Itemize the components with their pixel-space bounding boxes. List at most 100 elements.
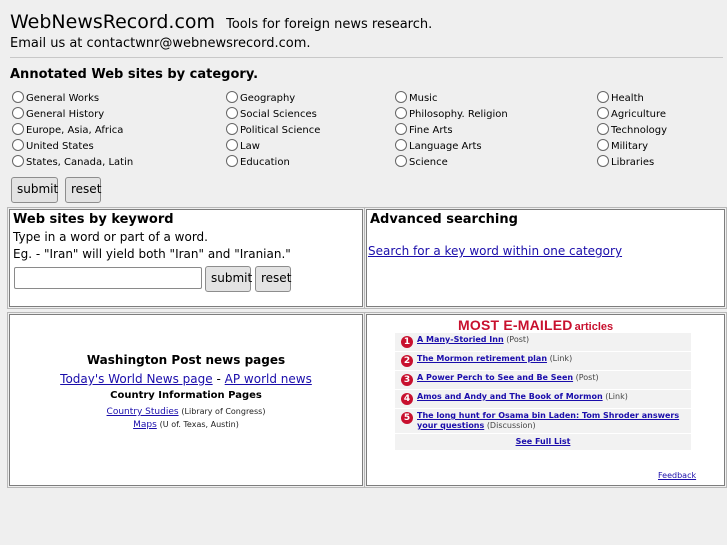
header-divider — [10, 57, 723, 58]
radio-button[interactable] — [395, 91, 407, 103]
full-list-row: See Full List — [395, 434, 691, 450]
category-radio-group: General Works General History Europe, As… — [12, 91, 720, 173]
category-option[interactable]: Science — [395, 155, 508, 171]
category-option[interactable]: States, Canada, Latin — [12, 155, 133, 171]
advanced-search-panel: Advanced searching Search for a key word… — [364, 207, 727, 309]
radio-button[interactable] — [597, 123, 609, 135]
radio-button[interactable] — [12, 91, 24, 103]
category-option[interactable]: Military — [597, 139, 667, 155]
radio-button[interactable] — [12, 155, 24, 167]
category-option[interactable]: Geography — [226, 91, 320, 107]
radio-button[interactable] — [395, 107, 407, 119]
category-option[interactable]: Philosophy. Religion — [395, 107, 508, 123]
washington-post-panel: Washington Post news pages Today's World… — [7, 312, 365, 488]
article-link[interactable]: A Power Perch to See and Be Seen — [417, 373, 573, 382]
link-separator: - — [216, 372, 221, 386]
category-option[interactable]: General Works — [12, 91, 133, 107]
article-link[interactable]: Amos and Andy and The Book of Mormon — [417, 392, 603, 401]
contact-email: Email us at contactwnr@webnewsrecord.com… — [10, 36, 311, 51]
radio-button[interactable] — [395, 139, 407, 151]
radio-button[interactable] — [597, 107, 609, 119]
article-source: (Link) — [605, 392, 628, 401]
category-option[interactable]: Agriculture — [597, 107, 667, 123]
category-option[interactable]: Language Arts — [395, 139, 508, 155]
most-emailed-panel: MOST E-MAILED articles 1 A Many-Storied I… — [364, 312, 727, 488]
rank-badge-icon: 5 — [401, 412, 413, 424]
article-link[interactable]: The Mormon retirement plan — [417, 354, 547, 363]
country-info-heading: Country Information Pages — [110, 390, 262, 401]
radio-button[interactable] — [226, 155, 238, 167]
country-studies-link[interactable]: Country Studies — [107, 407, 179, 417]
rank-badge-icon: 4 — [401, 393, 413, 405]
keyword-instructions: Type in a word or part of a word. Eg. - … — [10, 227, 362, 263]
radio-button[interactable] — [226, 139, 238, 151]
category-heading: Annotated Web sites by category. — [10, 67, 259, 82]
radio-button[interactable] — [12, 139, 24, 151]
category-option[interactable]: Music — [395, 91, 508, 107]
keyword-reset-button[interactable]: reset — [255, 266, 291, 292]
category-column-2: Geography Social Sciences Political Scie… — [226, 91, 320, 171]
keyword-instruction-line-2: Eg. - "Iran" will yield both "Iran" and … — [13, 247, 291, 261]
keyword-submit-button[interactable]: submit — [205, 266, 252, 292]
radio-button[interactable] — [12, 107, 24, 119]
article-link[interactable]: A Many-Storied Inn — [417, 335, 504, 344]
radio-button[interactable] — [226, 123, 238, 135]
article-source: (Post) — [506, 335, 530, 344]
maps-link[interactable]: Maps — [133, 420, 157, 430]
list-item: 4 Amos and Andy and The Book of Mormon (… — [395, 390, 691, 409]
article-source: (Discussion) — [486, 421, 536, 430]
category-option[interactable]: Education — [226, 155, 320, 171]
keyword-search-panel: Web sites by keyword Type in a word or p… — [7, 207, 365, 309]
most-emailed-heading: MOST E-MAILED — [458, 317, 573, 333]
world-news-link[interactable]: Today's World News page — [60, 372, 212, 386]
radio-button[interactable] — [597, 91, 609, 103]
category-submit-button[interactable]: submit — [11, 177, 58, 203]
category-option[interactable]: Political Science — [226, 123, 320, 139]
radio-button[interactable] — [395, 155, 407, 167]
site-title-line: WebNewsRecord.com Tools for foreign news… — [10, 10, 720, 34]
list-item: 1 A Many-Storied Inn (Post) — [395, 333, 691, 352]
wapo-links: Today's World News page - AP world news — [10, 372, 362, 386]
category-keyword-search-link[interactable]: Search for a key word within one categor… — [368, 244, 622, 258]
radio-button[interactable] — [226, 107, 238, 119]
country-studies-row: Country Studies (Library of Congress) — [10, 407, 362, 417]
radio-button[interactable] — [597, 139, 609, 151]
category-option[interactable]: Social Sciences — [226, 107, 320, 123]
ap-world-news-link[interactable]: AP world news — [225, 372, 312, 386]
category-option[interactable]: Fine Arts — [395, 123, 508, 139]
radio-button[interactable] — [226, 91, 238, 103]
category-option[interactable]: United States — [12, 139, 133, 155]
radio-button[interactable] — [12, 123, 24, 135]
category-option[interactable]: Europe, Asia, Africa — [12, 123, 133, 139]
category-column-4: Health Agriculture Technology Military L… — [597, 91, 667, 171]
site-tagline: Tools for foreign news research. — [226, 17, 433, 32]
advanced-panel-title: Advanced searching — [370, 212, 518, 227]
most-emailed-list: 1 A Many-Storied Inn (Post) 2 The Mormon… — [395, 333, 691, 450]
keyword-search-input[interactable] — [14, 267, 202, 289]
site-header: WebNewsRecord.com Tools for foreign news… — [10, 10, 720, 51]
category-column-3: Music Philosophy. Religion Fine Arts Lan… — [395, 91, 508, 171]
category-option[interactable]: Libraries — [597, 155, 667, 171]
keyword-instruction-line-1: Type in a word or part of a word. — [13, 230, 208, 244]
radio-button[interactable] — [597, 155, 609, 167]
rank-badge-icon: 1 — [401, 336, 413, 348]
rank-badge-icon: 2 — [401, 355, 413, 367]
list-item: 2 The Mormon retirement plan (Link) — [395, 352, 691, 371]
article-link[interactable]: The long hunt for Osama bin Laden: Tom S… — [417, 411, 679, 430]
site-title: WebNewsRecord.com — [10, 11, 216, 33]
category-column-1: General Works General History Europe, As… — [12, 91, 133, 171]
rank-badge-icon: 3 — [401, 374, 413, 386]
category-option[interactable]: Technology — [597, 123, 667, 139]
keyword-panel-title: Web sites by keyword — [13, 212, 174, 227]
category-option[interactable]: Health — [597, 91, 667, 107]
list-item: 3 A Power Perch to See and Be Seen (Post… — [395, 371, 691, 390]
washington-post-content: Washington Post news pages Today's World… — [10, 353, 362, 430]
list-item: 5 The long hunt for Osama bin Laden: Tom… — [395, 409, 691, 434]
feedback-link[interactable]: Feedback — [658, 471, 696, 480]
category-option[interactable]: General History — [12, 107, 133, 123]
category-reset-button[interactable]: reset — [65, 177, 101, 203]
see-full-list-link[interactable]: See Full List — [516, 437, 571, 446]
article-source: (Link) — [549, 354, 573, 363]
category-option[interactable]: Law — [226, 139, 320, 155]
radio-button[interactable] — [395, 123, 407, 135]
